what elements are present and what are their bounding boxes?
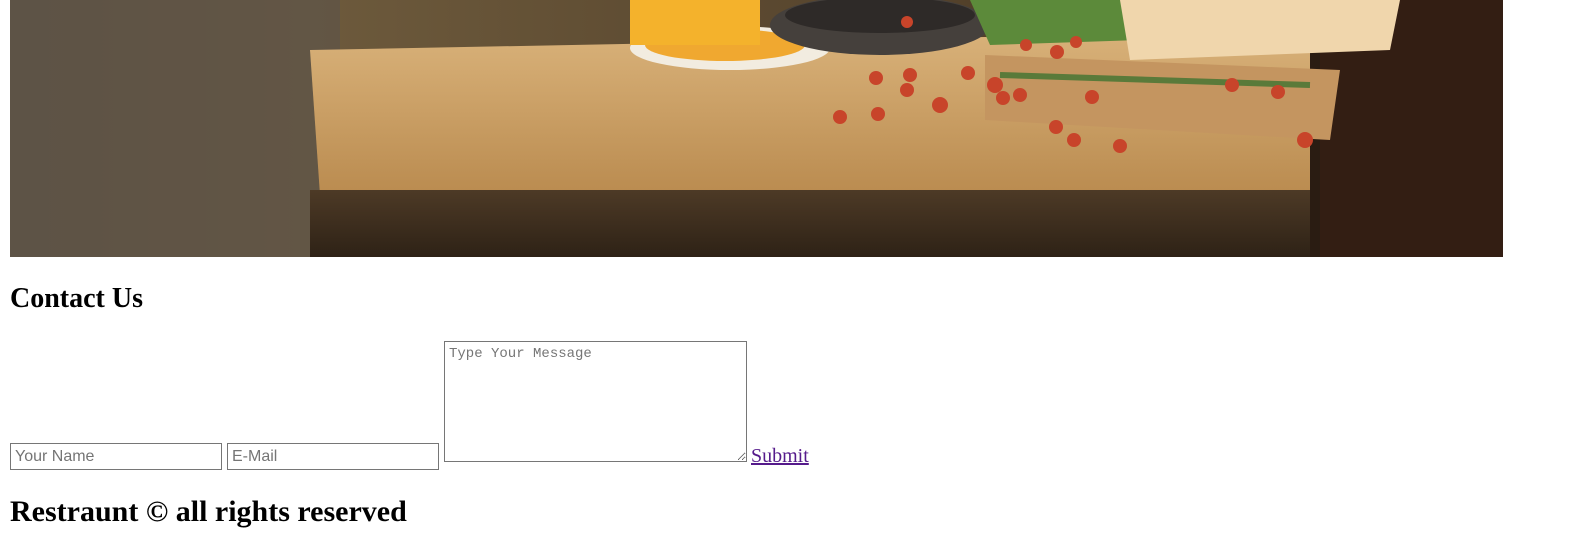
message-textarea[interactable] xyxy=(444,341,747,462)
email-input[interactable] xyxy=(227,443,439,470)
hero-image xyxy=(10,0,1503,257)
submit-link[interactable]: Submit xyxy=(751,443,809,469)
hero-photo-illustration xyxy=(10,0,1503,257)
contact-title: Contact Us xyxy=(10,283,143,314)
footer-text: Restraunt © all rights reserved xyxy=(10,495,407,528)
name-input[interactable] xyxy=(10,443,222,470)
